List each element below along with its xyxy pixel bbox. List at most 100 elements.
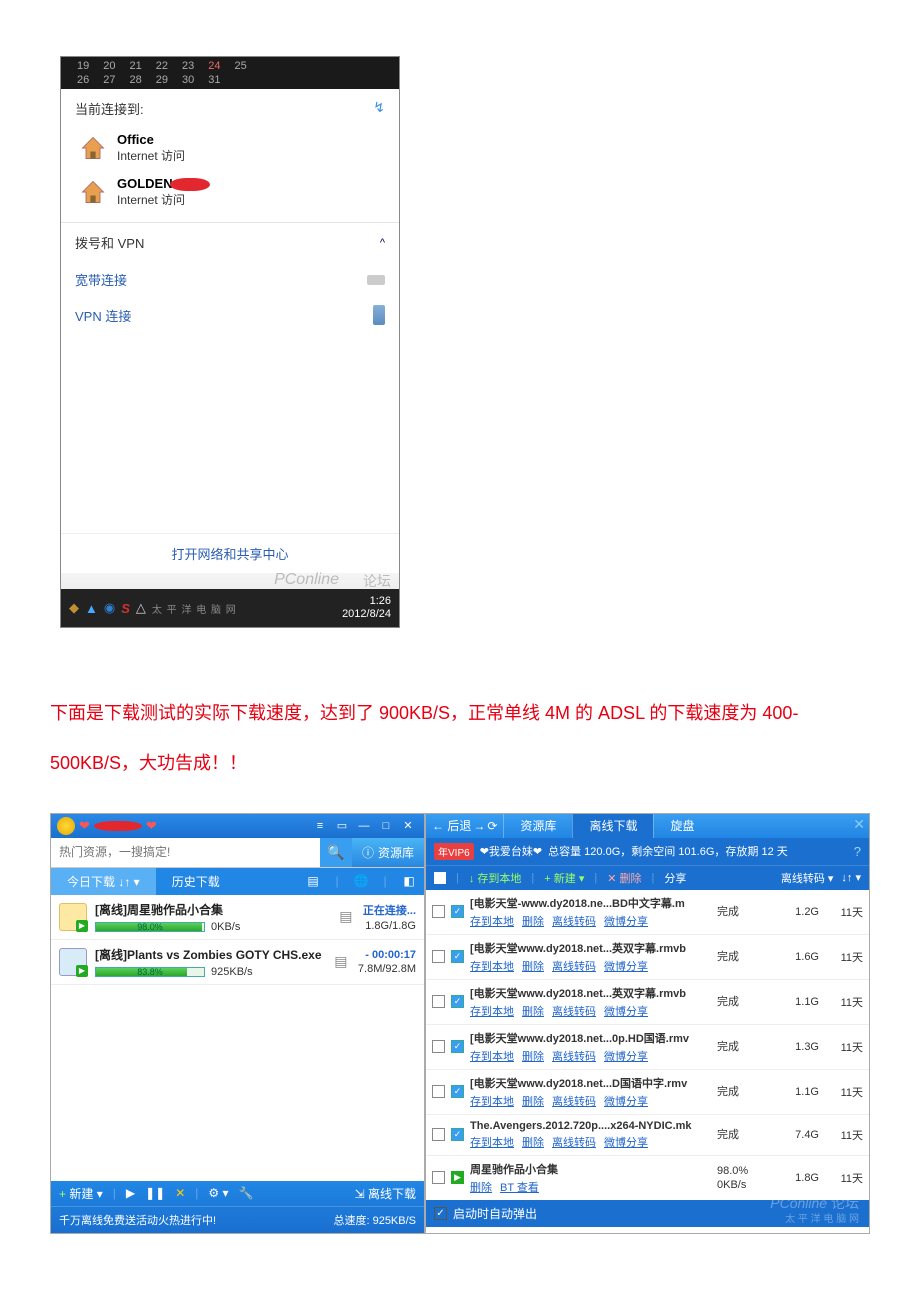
row-action-link[interactable]: 离线转码 [552, 916, 596, 928]
row-action-link[interactable]: 微博分享 [604, 916, 648, 928]
tray-icon[interactable]: △ [136, 600, 146, 616]
row-checkbox[interactable] [432, 1085, 445, 1098]
offline-file-row[interactable]: ✓ [电影天堂www.dy2018.net...英双字幕.rmvb 存到本地删除… [426, 980, 869, 1025]
row-action-link[interactable]: 存到本地 [470, 1006, 514, 1018]
tray-icon[interactable]: ▲ [85, 601, 98, 616]
row-action-link[interactable]: 离线转码 [552, 1137, 596, 1149]
row-action-link[interactable]: 微博分享 [604, 1137, 648, 1149]
search-input[interactable] [51, 838, 320, 867]
compact-icon[interactable]: ▭ [332, 819, 352, 833]
download-item[interactable]: ▶ [离线]Plants vs Zombies GOTY CHS.exe 83.… [51, 940, 424, 985]
row-action-link[interactable]: 删除 [522, 916, 544, 928]
tray-clock[interactable]: 1:26 2012/8/24 [342, 595, 391, 621]
row-action-link[interactable]: 存到本地 [470, 1096, 514, 1108]
tray-icon[interactable]: ◆ [69, 600, 79, 616]
auto-popup-checkbox[interactable]: ✓ [434, 1207, 447, 1220]
close-button[interactable]: ✕ [398, 819, 418, 833]
toggle-icon[interactable]: ◧ [400, 874, 418, 888]
tab-turbo-disk[interactable]: 旋盘 [653, 814, 710, 838]
row-action-link[interactable]: 删除 [470, 1182, 492, 1194]
broadband-link[interactable]: 宽带连接 [61, 262, 399, 297]
panel-close-icon[interactable]: ✕ [853, 816, 865, 833]
row-action-link[interactable]: 微博分享 [604, 1096, 648, 1108]
row-action-link[interactable]: 存到本地 [470, 961, 514, 973]
offline-file-row[interactable]: ✓ [电影天堂www.dy2018.net...D国语中字.rmv 存到本地删除… [426, 1070, 869, 1115]
menu-icon[interactable]: ≡ [310, 819, 330, 833]
play-button[interactable]: ▶ [126, 1186, 135, 1200]
mode-icon[interactable]: ▤ [332, 953, 350, 970]
row-action-link[interactable]: 删除 [522, 961, 544, 973]
row-action-link[interactable]: 微博分享 [604, 1006, 648, 1018]
offline-file-row[interactable]: ✓ [电影天堂www.dy2018.net...0p.HD国语.rmv 存到本地… [426, 1025, 869, 1070]
offline-download-button[interactable]: ⇲ 离线下载 [355, 1185, 416, 1202]
total-speed: 总速度: 925KB/S [333, 1212, 416, 1228]
dial-vpn-header[interactable]: 拨号和 VPN ^ [61, 223, 399, 262]
offline-file-row[interactable]: ✓ The.Avengers.2012.720p....x264-NYDIC.m… [426, 1115, 869, 1156]
sort-icon[interactable]: ↓↑ ▾ [841, 871, 861, 884]
select-all-checkbox[interactable] [434, 872, 446, 884]
row-action-link[interactable]: 离线转码 [552, 1006, 596, 1018]
connection-office[interactable]: Office Internet 访问 [75, 126, 385, 170]
new-button[interactable]: + 新建 ▾ [544, 870, 584, 886]
offline-file-row[interactable]: ▶ 周星驰作品小合集 删除BT 查看 98.0% 0KB/s 1.8G 11天 [426, 1156, 869, 1200]
refresh-icon[interactable]: ↯ [373, 99, 385, 116]
tab-offline-download[interactable]: 离线下载 [572, 814, 653, 838]
row-action-link[interactable]: 微博分享 [604, 1051, 648, 1063]
delete-button[interactable]: ✕ 删除 [607, 870, 641, 886]
row-action-link[interactable]: 删除 [522, 1006, 544, 1018]
offline-file-row[interactable]: ✓ [电影天堂-www.dy2018.ne...BD中文字幕.m 存到本地删除离… [426, 890, 869, 935]
search-button[interactable]: 🔍 [320, 838, 352, 867]
promo-message[interactable]: 千万离线免费送活动火热进行中! [59, 1212, 216, 1228]
chevron-up-icon: ^ [380, 237, 385, 249]
download-status: 正在连接... [363, 902, 416, 918]
tab-resource-lib[interactable]: 资源库 [503, 814, 572, 838]
tab-history[interactable]: 历史下载 [156, 868, 236, 895]
help-icon[interactable]: ? [854, 844, 861, 859]
row-action-link[interactable]: 存到本地 [470, 1051, 514, 1063]
server-icon [373, 305, 385, 325]
connection-golden[interactable]: GOLDEN Internet 访问 [75, 170, 385, 214]
status-icon: ✓ [451, 1085, 464, 1098]
maximize-button[interactable]: □ [376, 819, 396, 833]
list-view-icon[interactable]: ▤ [304, 874, 322, 888]
row-action-link[interactable]: 微博分享 [604, 961, 648, 973]
row-checkbox[interactable] [432, 1040, 445, 1053]
vpn-link[interactable]: VPN 连接 [61, 297, 399, 333]
browser-icon[interactable]: 🌐 [352, 874, 370, 888]
tool-icon[interactable]: 🔧 [239, 1186, 254, 1200]
row-checkbox[interactable] [432, 1128, 445, 1141]
row-checkbox[interactable] [432, 995, 445, 1008]
tab-today-downloads[interactable]: 今日下载 ↓↑ ▾ [51, 868, 156, 895]
save-local-button[interactable]: ↓ 存到本地 [469, 870, 522, 886]
share-button[interactable]: 分享 [664, 870, 686, 886]
download-item[interactable]: ▶ [离线]周星驰作品小合集 98.0% 0KB/s ▤ 正在连接... 1.8… [51, 895, 424, 940]
row-action-link[interactable]: BT 查看 [500, 1182, 539, 1194]
tray-icon[interactable]: ◉ [104, 600, 115, 616]
row-action-link[interactable]: 离线转码 [552, 1051, 596, 1063]
delete-button[interactable]: ✕ [175, 1186, 185, 1200]
row-action-link[interactable]: 删除 [522, 1137, 544, 1149]
back-button[interactable]: ← 后退 [432, 817, 471, 834]
row-action-link[interactable]: 存到本地 [470, 916, 514, 928]
row-checkbox[interactable] [432, 905, 445, 918]
row-action-link[interactable]: 离线转码 [552, 961, 596, 973]
reload-button[interactable]: ⟳ [487, 819, 497, 833]
mode-icon[interactable]: ▤ [337, 908, 355, 925]
transcode-button[interactable]: 离线转码 ▾ [781, 870, 834, 886]
pause-button[interactable]: ❚❚ [145, 1186, 165, 1200]
user-avatar-icon[interactable] [57, 817, 75, 835]
row-action-link[interactable]: 删除 [522, 1051, 544, 1063]
offline-file-row[interactable]: ✓ [电影天堂www.dy2018.net...英双字幕.rmvb 存到本地删除… [426, 935, 869, 980]
row-checkbox[interactable] [432, 1171, 445, 1184]
forward-button[interactable]: → [473, 819, 485, 833]
row-action-link[interactable]: 删除 [522, 1096, 544, 1108]
settings-icon[interactable]: ⚙ ▾ [208, 1186, 228, 1200]
open-network-center-link[interactable]: 打开网络和共享中心 [61, 533, 399, 573]
row-action-link[interactable]: 离线转码 [552, 1096, 596, 1108]
new-task-button[interactable]: + 新建 ▾ [59, 1185, 103, 1202]
tray-icon[interactable]: S [121, 601, 130, 616]
row-action-link[interactable]: 存到本地 [470, 1137, 514, 1149]
resource-library-button[interactable]: ⓘ资源库 [352, 838, 424, 867]
minimize-button[interactable]: — [354, 819, 374, 833]
row-checkbox[interactable] [432, 950, 445, 963]
